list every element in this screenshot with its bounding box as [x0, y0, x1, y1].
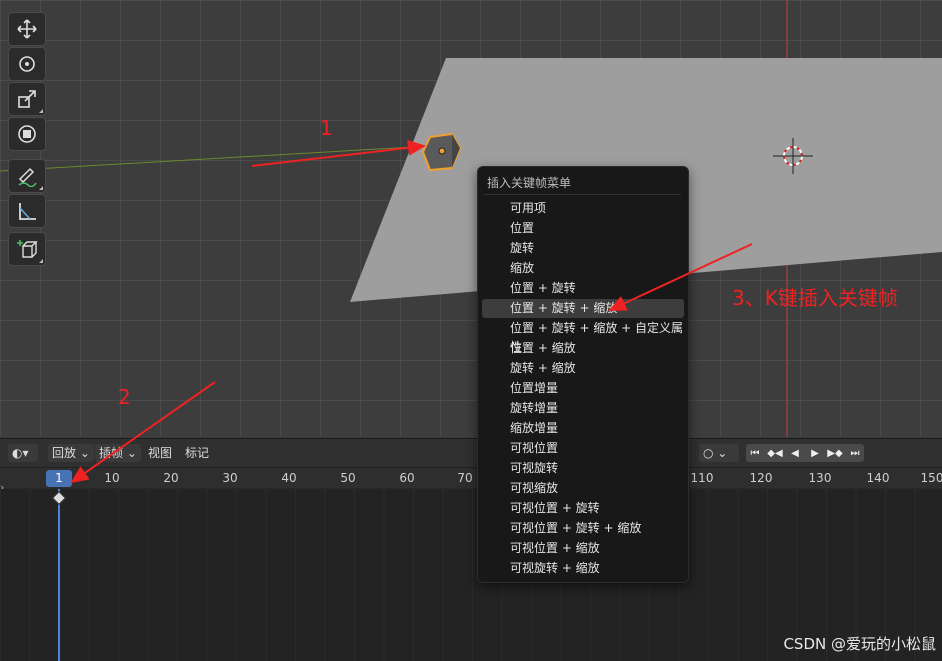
prev-keyframe-icon[interactable]: ◆◀: [766, 444, 784, 462]
viewport-scene: [0, 0, 942, 437]
menu-item[interactable]: 位置 + 旋转 + 缩放 + 自定义属性: [482, 319, 684, 354]
transform-icon: [18, 125, 36, 143]
move-tool[interactable]: [8, 12, 46, 46]
frame-ruler[interactable]: 10 20 30 40 50 60 70 110 120 130 140 150: [0, 468, 942, 488]
ruler-label: 120: [749, 471, 773, 485]
scale-icon: [18, 90, 36, 108]
menu-divider: [484, 194, 681, 195]
pencil-icon: [18, 167, 37, 187]
menu-title: 插入关键帧菜单: [487, 176, 572, 190]
marker-menu[interactable]: 标记: [181, 444, 213, 462]
next-keyframe-icon[interactable]: ▶◆: [826, 444, 844, 462]
annotation-step-2: 2: [118, 385, 131, 409]
ruler-label: 60: [399, 471, 415, 485]
watermark: CSDN @爱玩的小松鼠: [783, 635, 936, 653]
scale-tool[interactable]: [8, 82, 46, 116]
jump-start-icon[interactable]: ⏮: [746, 444, 764, 462]
ruler-label: 50: [340, 471, 356, 485]
menu-item[interactable]: 缩放增量: [482, 419, 684, 438]
clock-icon: ◐▾: [12, 446, 29, 460]
menu-item[interactable]: 位置 + 缩放: [482, 339, 684, 358]
menu-item[interactable]: 可用项: [482, 199, 684, 218]
menu-item[interactable]: 位置 + 旋转 + 缩放: [482, 299, 684, 318]
chevron-down-icon: ⌄: [126, 446, 137, 460]
insert-keyframe-menu: 插入关键帧菜单 可用项 位置 旋转 缩放 位置 + 旋转 位置 + 旋转 + 缩放 位置 +…: [477, 166, 689, 583]
timeline-header: ◐▾ 回放 ⌄ 插帧 ⌄ 视图 标记 ○ ⌄ ⏮ ◆◀ ◀ ▶ ▶◆ ⏭: [0, 439, 942, 468]
menu-item[interactable]: 可视位置: [482, 439, 684, 458]
ruler-icon: [19, 203, 36, 220]
playback-menu[interactable]: 回放 ⌄: [48, 444, 94, 462]
menu-item[interactable]: 可视缩放: [482, 479, 684, 498]
x-axis-line: [0, 145, 431, 172]
playback-controls: ⏮ ◆◀ ◀ ▶ ▶◆ ⏭: [746, 444, 864, 462]
transform-tool[interactable]: [8, 117, 46, 151]
rotate-tool[interactable]: [8, 47, 46, 81]
menu-item[interactable]: 可视位置 + 缩放: [482, 539, 684, 558]
menu-item[interactable]: 可视位置 + 旋转: [482, 499, 684, 518]
3d-viewport[interactable]: [0, 0, 942, 437]
keying-menu[interactable]: 插帧 ⌄: [95, 444, 141, 462]
play-icon[interactable]: ▶: [806, 444, 824, 462]
corner-indicator: [39, 109, 43, 113]
timeline-editor[interactable]: ◐▾ 回放 ⌄ 插帧 ⌄ 视图 标记 ○ ⌄ ⏮ ◆◀ ◀ ▶ ▶◆ ⏭ 10 …: [0, 438, 942, 661]
playback-label: 回放: [52, 446, 77, 460]
menu-item[interactable]: 旋转 + 缩放: [482, 359, 684, 378]
menu-item[interactable]: 可视旋转 + 缩放: [482, 559, 684, 578]
ruler-label: 20: [163, 471, 179, 485]
ruler-label: 10: [104, 471, 120, 485]
menu-item[interactable]: 缩放: [482, 259, 684, 278]
menu-item[interactable]: 位置: [482, 219, 684, 238]
keying-label: 插帧: [99, 446, 124, 460]
editor-type-button[interactable]: ◐▾: [8, 444, 38, 462]
menu-item[interactable]: 位置 + 旋转: [482, 279, 684, 298]
menu-item[interactable]: 位置增量: [482, 379, 684, 398]
annotation-step-1: 1: [320, 116, 333, 140]
record-circle-icon: ○ ⌄: [703, 446, 728, 460]
corner-indicator: [39, 259, 43, 263]
corner-indicator: [39, 186, 43, 190]
auto-keying-toggle[interactable]: ○ ⌄: [699, 444, 739, 462]
move-icon: [17, 19, 37, 39]
view-menu[interactable]: 视图: [144, 444, 176, 462]
current-frame-indicator[interactable]: 1: [46, 470, 72, 487]
play-reverse-icon[interactable]: ◀: [786, 444, 804, 462]
ruler-label: 130: [808, 471, 832, 485]
rotate-icon: [19, 56, 35, 72]
menu-item[interactable]: 可视旋转: [482, 459, 684, 478]
ruler-label: 40: [281, 471, 297, 485]
jump-end-icon[interactable]: ⏭: [846, 444, 864, 462]
ruler-label: 110: [690, 471, 714, 485]
ruler-label: 140: [866, 471, 890, 485]
menu-item[interactable]: 可视位置 + 旋转 + 缩放: [482, 519, 684, 538]
ruler-label: 150: [920, 471, 942, 485]
menu-item[interactable]: 旋转增量: [482, 399, 684, 418]
add-cube-tool[interactable]: [8, 232, 46, 266]
ruler-label: 70: [457, 471, 473, 485]
measure-tool[interactable]: [8, 194, 46, 228]
add-cube-icon: [17, 240, 38, 258]
annotation-step-3: 3、K键插入关键帧: [732, 286, 898, 310]
chevron-down-icon: ⌄: [79, 446, 90, 460]
playhead-line[interactable]: [58, 489, 60, 661]
annotate-tool[interactable]: [8, 159, 46, 193]
ruler-label: 30: [222, 471, 238, 485]
menu-item[interactable]: 旋转: [482, 239, 684, 258]
